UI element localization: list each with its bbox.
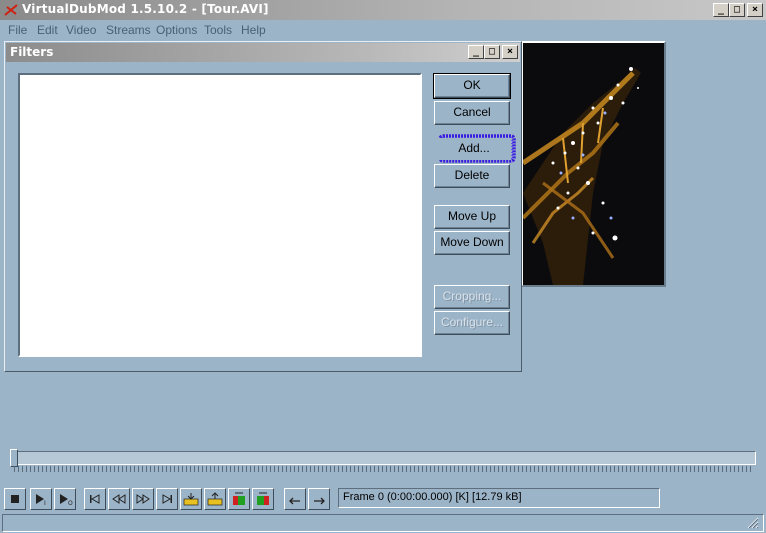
menu-bar: File Edit Video Streams Options Tools He… bbox=[0, 20, 766, 40]
menu-options[interactable]: Options bbox=[156, 23, 197, 37]
dialog-title-bar[interactable]: Filters _ □ × bbox=[6, 43, 520, 62]
mark-in-button[interactable] bbox=[284, 488, 306, 510]
mark-out-icon bbox=[314, 497, 325, 505]
step-back-button[interactable] bbox=[108, 488, 130, 510]
scene-forward-button[interactable] bbox=[252, 488, 274, 510]
menu-edit[interactable]: Edit bbox=[37, 23, 58, 37]
frame-status: Frame 0 (0:00:00.000) [K] [12.79 kB] bbox=[338, 488, 660, 508]
go-start-button[interactable] bbox=[84, 488, 106, 510]
play-output-button[interactable]: O bbox=[54, 488, 76, 510]
maximize-button[interactable]: □ bbox=[729, 3, 745, 17]
scene-back-icon bbox=[233, 492, 245, 505]
status-bar bbox=[2, 514, 764, 532]
next-keyframe-icon bbox=[207, 492, 223, 506]
prev-keyframe-icon bbox=[183, 493, 199, 506]
go-end-icon bbox=[162, 494, 172, 504]
filter-list[interactable] bbox=[18, 73, 422, 357]
go-end-button[interactable] bbox=[156, 488, 178, 510]
menu-streams[interactable]: Streams bbox=[106, 23, 151, 37]
delete-button[interactable]: Delete bbox=[434, 164, 510, 188]
eiffel-tower-night-image bbox=[523, 43, 664, 285]
close-button[interactable]: × bbox=[747, 3, 763, 17]
timeline-ticks bbox=[14, 466, 754, 472]
cropping-button[interactable]: Cropping... bbox=[434, 285, 510, 309]
go-start-icon bbox=[90, 494, 100, 504]
filters-dialog: Filters _ □ × OK Cancel Add... Delete Mo… bbox=[4, 41, 522, 372]
cancel-button[interactable]: Cancel bbox=[434, 101, 510, 125]
stop-icon bbox=[11, 495, 19, 503]
svg-text:I: I bbox=[44, 500, 46, 506]
stop-button[interactable] bbox=[4, 488, 26, 510]
svg-text:O: O bbox=[68, 500, 73, 506]
dialog-title: Filters bbox=[10, 45, 54, 59]
app-icon bbox=[4, 4, 18, 16]
minimize-button[interactable]: _ bbox=[713, 3, 729, 17]
scene-forward-icon bbox=[257, 492, 269, 505]
menu-tools[interactable]: Tools bbox=[204, 23, 232, 37]
ok-button[interactable]: OK bbox=[433, 73, 511, 99]
menu-video[interactable]: Video bbox=[66, 23, 96, 37]
step-forward-icon bbox=[136, 494, 150, 504]
mark-out-button[interactable] bbox=[308, 488, 330, 510]
prev-keyframe-button[interactable] bbox=[180, 488, 202, 510]
menu-file[interactable]: File bbox=[8, 23, 27, 37]
configure-button[interactable]: Configure... bbox=[434, 311, 510, 335]
step-forward-button[interactable] bbox=[132, 488, 154, 510]
mark-in-icon bbox=[289, 497, 300, 505]
play-output-icon: O bbox=[60, 494, 73, 506]
step-back-icon bbox=[112, 494, 126, 504]
window-title: VirtualDubMod 1.5.10.2 - [Tour.AVI] bbox=[22, 2, 269, 16]
dialog-minimize-button[interactable]: _ bbox=[468, 45, 484, 59]
video-preview bbox=[521, 41, 666, 287]
move-up-button[interactable]: Move Up bbox=[434, 205, 510, 229]
next-keyframe-button[interactable] bbox=[204, 488, 226, 510]
move-down-button[interactable]: Move Down bbox=[434, 231, 510, 255]
add-button[interactable]: Add... bbox=[437, 138, 511, 160]
scene-back-button[interactable] bbox=[228, 488, 250, 510]
play-input-button[interactable]: I bbox=[30, 488, 52, 510]
timeline-thumb[interactable] bbox=[10, 449, 18, 467]
play-input-icon: I bbox=[36, 494, 46, 506]
main-title-bar[interactable]: VirtualDubMod 1.5.10.2 - [Tour.AVI] _ □ … bbox=[0, 0, 766, 20]
menu-help[interactable]: Help bbox=[241, 23, 266, 37]
dialog-close-button[interactable]: × bbox=[502, 45, 518, 59]
timeline-track[interactable] bbox=[10, 451, 756, 465]
dialog-maximize-button[interactable]: □ bbox=[484, 45, 500, 59]
resize-grip-icon[interactable] bbox=[747, 517, 759, 529]
